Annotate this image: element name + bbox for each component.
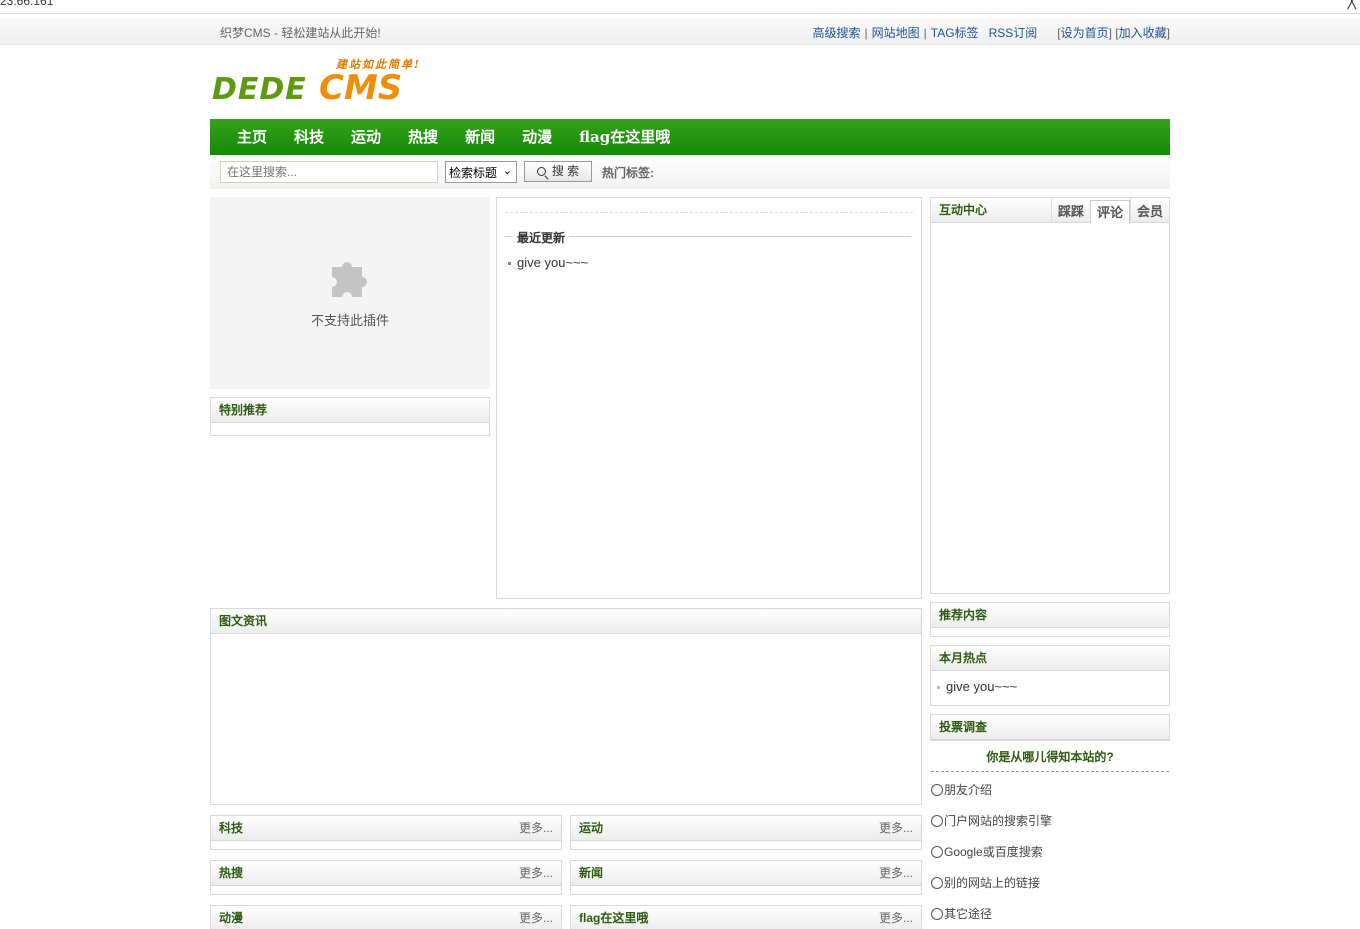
poll-title: 投票调查 <box>931 715 1169 740</box>
poll-option[interactable]: 门户网站的搜索引擎 <box>931 812 1052 829</box>
interaction-center-panel: 互动中心 踩踩 评论 会员 <box>930 197 1170 594</box>
category-title[interactable]: 热搜 <box>219 866 243 880</box>
nav-item-flag[interactable]: flag在这里哦 <box>579 119 670 155</box>
image-news-title: 图文资讯 <box>211 609 921 634</box>
site-slogan: 织梦CMS - 轻松建站从此开始! <box>220 26 381 40</box>
list-item-label: give you~~~ <box>946 679 1018 694</box>
recent-updates-title: 最近更新 <box>513 229 570 246</box>
hot-tags-label: 热门标签: <box>602 166 654 180</box>
more-link[interactable]: 更多... <box>879 861 913 886</box>
category-panel-news: 新闻 更多... <box>570 860 922 895</box>
category-panel-anime: 动漫 更多... <box>210 905 562 929</box>
radio-button[interactable] <box>931 846 943 858</box>
logo-text-dede: DEDE <box>212 72 307 107</box>
category-title[interactable]: flag在这里哦 <box>579 911 648 925</box>
top-bar: 织梦CMS - 轻松建站从此开始! 高级搜索 | 网站地图 | TAG标签 RSS订阅 … <box>0 18 1360 45</box>
interaction-tabs: 踩踩 评论 会员 <box>1050 198 1169 224</box>
tag-link[interactable]: TAG标签 <box>931 26 979 40</box>
list-item[interactable]: give you~~~ <box>508 255 588 270</box>
address-fragment: 23.66.161 <box>0 0 54 8</box>
more-link[interactable]: 更多... <box>879 906 913 929</box>
nav-item-anime[interactable]: 动漫 <box>522 119 552 155</box>
monthly-hot-title: 本月热点 <box>931 646 1169 671</box>
search-button-label: 搜 索 <box>551 164 580 178</box>
poll-option[interactable]: 朋友介绍 <box>931 781 992 798</box>
flash-plugin-placeholder: 不支持此插件 <box>210 197 490 389</box>
category-panel-tech: 科技 更多... <box>210 815 562 850</box>
sitemap-link[interactable]: 网站地图 <box>872 26 920 40</box>
recent-updates-panel: 最近更新 give you~~~ <box>496 197 922 599</box>
search-type-select[interactable]: 检索标题 ⌄ <box>445 161 517 183</box>
search-input[interactable] <box>220 161 438 183</box>
special-recommend-title: 特别推荐 <box>211 398 489 423</box>
more-link[interactable]: 更多... <box>879 816 913 841</box>
category-title[interactable]: 动漫 <box>219 911 243 925</box>
radio-button[interactable] <box>931 815 943 827</box>
site-logo[interactable]: 建站如此简单! DEDE CMS <box>212 58 427 110</box>
poll-option[interactable]: Google或百度搜索 <box>931 843 1043 860</box>
radio-button[interactable] <box>931 784 943 796</box>
more-link[interactable]: 更多... <box>519 861 553 886</box>
nav-item-home[interactable]: 主页 <box>237 119 267 155</box>
nav-item-news[interactable]: 新闻 <box>465 119 495 155</box>
poll-option[interactable]: 别的网站上的链接 <box>931 874 1040 891</box>
search-button[interactable]: 搜 索 <box>524 161 592 182</box>
category-title[interactable]: 科技 <box>219 821 243 835</box>
puzzle-icon <box>332 262 367 297</box>
recommended-content-title: 推荐内容 <box>931 603 1169 628</box>
search-type-value: 检索标题 <box>449 166 498 180</box>
nav-item-sports[interactable]: 运动 <box>351 119 381 155</box>
radio-button[interactable] <box>931 877 943 889</box>
add-favorite-link[interactable]: 加入收藏 <box>1119 26 1167 40</box>
more-link[interactable]: 更多... <box>519 906 553 929</box>
radio-button[interactable] <box>931 908 943 920</box>
category-title[interactable]: 运动 <box>579 821 603 835</box>
category-panel-hot: 热搜 更多... <box>210 860 562 895</box>
rss-link[interactable]: RSS订阅 <box>989 26 1038 40</box>
nav-item-tech[interactable]: 科技 <box>294 119 324 155</box>
special-recommend-panel: 特别推荐 <box>210 397 490 436</box>
category-panel-flag: flag在这里哦 更多... <box>570 905 922 929</box>
poll-option[interactable]: 其它途径 <box>931 905 992 922</box>
tab-tread[interactable]: 踩踩 <box>1050 198 1090 223</box>
more-link[interactable]: 更多... <box>519 816 553 841</box>
browser-strip: 23.66.161 ╳ <box>0 0 1360 14</box>
category-title[interactable]: 新闻 <box>579 866 603 880</box>
set-home-link[interactable]: 设为首页 <box>1061 26 1109 40</box>
recommended-content-panel: 推荐内容 <box>930 602 1170 637</box>
category-panel-sports: 运动 更多... <box>570 815 922 850</box>
top-links: 高级搜索 | 网站地图 | TAG标签 RSS订阅 [设为首页] [加入收藏] <box>812 26 1171 40</box>
monthly-hot-panel: 本月热点 give you~~~ <box>930 645 1170 706</box>
image-news-panel: 图文资讯 <box>210 608 922 805</box>
nav-item-hot[interactable]: 热搜 <box>408 119 438 155</box>
chevron-down-icon: ⌄ <box>502 165 512 177</box>
poll-panel: 投票调查 <box>930 714 1170 741</box>
search-icon <box>536 167 549 180</box>
search-bar: 检索标题 ⌄ 搜 索 热门标签: <box>210 155 1170 189</box>
plugin-unsupported-text: 不支持此插件 <box>310 313 389 328</box>
tab-comments[interactable]: 评论 <box>1089 200 1130 224</box>
tab-members[interactable]: 会员 <box>1129 198 1169 223</box>
logo-text-cms: CMS <box>319 68 403 108</box>
list-item-label: give you~~~ <box>517 255 589 270</box>
close-icon[interactable]: ╳ <box>1348 0 1356 10</box>
main-nav: 主页 科技 运动 热搜 新闻 动漫 flag在这里哦 <box>210 119 1170 155</box>
interaction-center-title: 互动中心 <box>939 203 988 217</box>
advanced-search-link[interactable]: 高级搜索 <box>813 26 861 40</box>
list-item[interactable]: give you~~~ <box>937 679 1017 694</box>
poll-question: 你是从哪儿得知本站的? <box>986 750 1114 764</box>
